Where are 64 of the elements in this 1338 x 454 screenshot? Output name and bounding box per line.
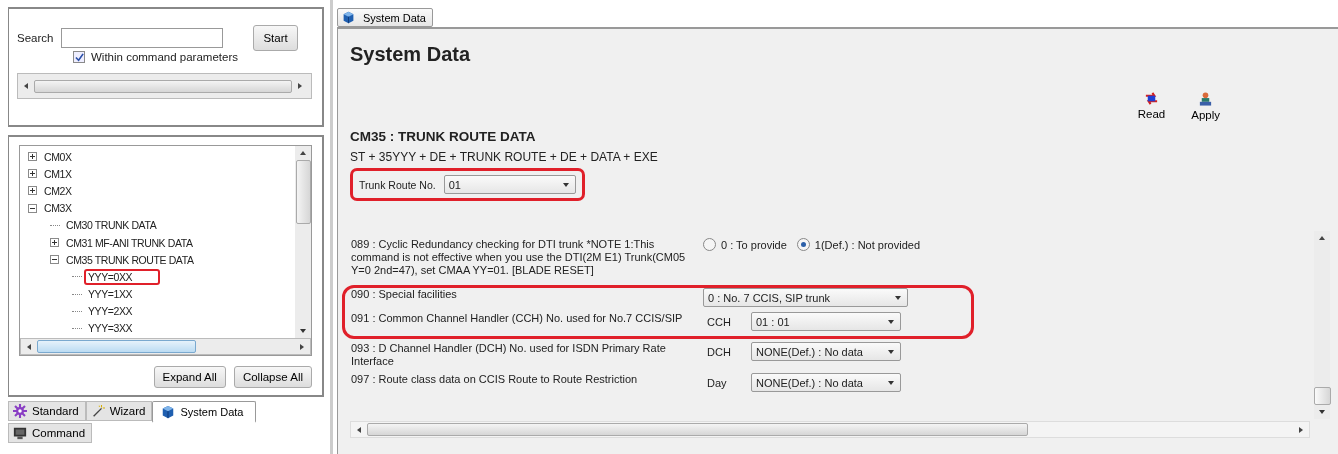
radio-label: 0 : To provide [721,238,787,251]
expand-icon[interactable] [28,186,37,196]
panel-tab[interactable]: Standard [8,401,86,421]
expand-icon[interactable] [50,238,59,248]
panel-tab[interactable]: Wizard [85,401,153,421]
expand-icon[interactable] [28,169,37,179]
expand-all-button[interactable]: Expand All [153,366,226,388]
gear-icon [13,403,27,418]
tree-item[interactable]: YYY=2XX [84,303,137,320]
tree-item[interactable]: CM31 MF-ANI TRUNK DATA [62,234,197,251]
tree-item[interactable]: YYY=0XX [84,268,161,285]
parameter-label: 093 : D Channel Handler (DCH) No. used for ISDN Primary Rate Interface [351,342,667,368]
parameter-label: 090 : Special facilities [351,288,458,301]
search-field[interactable] [61,28,224,48]
tree-item[interactable]: CM30 TRUNK DATA [62,217,161,234]
tree-item[interactable]: CM3X [40,200,76,217]
parameter-label: 089 : Cyclic Redundancy checking for DTI trunk *NOTE 1:This command is not effective when you use the DTI(2M E1) Trunk(CM05 Y=0 2nd=47), set CMAA YY=01. [BLADE RESET] [351,238,687,277]
collapse-icon[interactable] [28,203,37,213]
trunk-route-dropdown[interactable]: 01 [443,175,576,194]
checkbox-label: Within command parameters [91,51,238,63]
horizontal-scrollbar[interactable] [17,73,312,99]
tree-item[interactable]: CM2X [40,182,76,199]
command-syntax: ST + 35YYY + DE + TRUNK ROUTE + DE + DATA + EXE [350,150,659,164]
sync-arrows-icon [1143,91,1159,106]
collapse-all-button[interactable]: Collapse All [233,366,312,388]
page-title: System Data [350,43,471,67]
dropdown[interactable]: NONE(Def.) : No data [751,342,901,361]
checkbox[interactable] [73,51,85,63]
wand-icon [90,403,105,418]
dropdown[interactable]: 01 : 01 [751,312,901,331]
person-icon [1198,91,1214,107]
tree-item[interactable]: CM1X [40,165,76,182]
command-heading: CM35 : TRUNK ROUTE DATA [350,129,537,144]
radio-label: 1(Def.) : Not provided [814,238,920,251]
parameter-label: 097 : Route class data on CCIS Route to Route Restriction [351,373,639,386]
document-tab[interactable]: System Data [337,8,433,27]
vertical-scrollbar[interactable] [1314,231,1330,419]
tree-item[interactable]: CM35 TRUNK ROUTE DATA [62,251,198,268]
trunk-route-label: Trunk Route No. [359,178,436,191]
tree-item[interactable]: YYY=1XX [84,286,137,303]
search-label: Search [17,32,54,44]
tree-item[interactable]: CM0X [40,148,76,165]
horizontal-scrollbar[interactable] [20,338,311,355]
apply-button[interactable]: Apply [1191,91,1220,121]
field-prefix: Day [707,376,728,389]
collapse-icon[interactable] [50,255,59,265]
dropdown[interactable]: 0 : No. 7 CCIS, SIP trunk [703,288,908,307]
monitor-icon [13,425,27,440]
radio-button[interactable] [796,238,810,251]
panel-tab[interactable]: Command [8,423,93,443]
tree-item[interactable]: YYY=3XX [84,320,137,337]
start-button[interactable]: Start [253,25,298,51]
read-button[interactable]: Read [1137,91,1166,120]
cube-icon [342,11,355,24]
field-prefix: CCH [707,315,732,328]
dropdown[interactable]: NONE(Def.) : No data [751,373,901,392]
horizontal-scrollbar[interactable] [350,421,1310,438]
vertical-scrollbar[interactable] [295,146,311,338]
panel-tab[interactable]: System Data [152,401,257,423]
field-prefix: DCH [707,345,732,358]
parameter-label: 091 : Common Channel Handler (CCH) No. used for No.7 CCIS/SIP [351,312,684,325]
radio-button[interactable] [703,238,716,251]
expand-icon[interactable] [28,152,37,162]
cube-icon [161,405,176,419]
